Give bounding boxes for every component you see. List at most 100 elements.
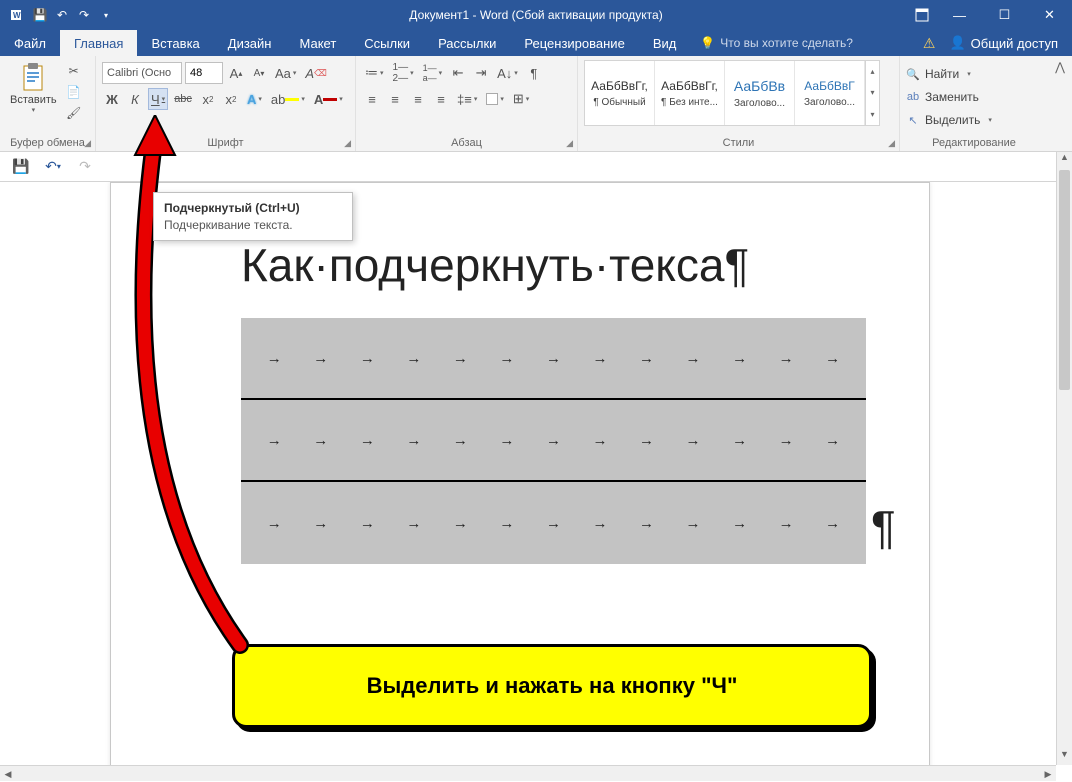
shading-button[interactable] — [483, 88, 507, 110]
italic-button[interactable]: К — [125, 88, 145, 110]
tab-mark: → — [825, 350, 840, 367]
title-bar: W 💾 ↶ ↷ ▾ Документ1 - Word (Сбой активац… — [0, 0, 1072, 30]
table-row[interactable]: →→→→→→→→→→→→→ — [241, 400, 866, 482]
tab-mailings[interactable]: Рассылки — [424, 30, 510, 56]
sort-button[interactable]: A↓ — [494, 62, 521, 84]
quick-access-toolbar: W 💾 ↶ ↷ ▾ — [0, 7, 114, 23]
tab-layout[interactable]: Макет — [285, 30, 350, 56]
paste-button[interactable]: Вставить ▾ — [6, 60, 61, 116]
scroll-down-icon[interactable]: ▼ — [1057, 749, 1072, 765]
superscript-button[interactable]: x2 — [221, 88, 241, 110]
warning-icon[interactable]: ⚠ — [923, 35, 936, 52]
copy-icon[interactable]: 📄 — [65, 83, 83, 101]
font-launcher-icon[interactable]: ◢ — [344, 138, 351, 149]
tab-insert[interactable]: Вставка — [137, 30, 213, 56]
style-heading1[interactable]: АаБбВвЗаголово... — [725, 61, 795, 125]
styles-gallery[interactable]: АаБбВвГг,¶ Обычный АаБбВвГг,¶ Без инте..… — [584, 60, 880, 126]
replace-button[interactable]: abЗаменить — [906, 87, 992, 107]
select-button[interactable]: ↖Выделить▾ — [906, 110, 992, 130]
save-icon[interactable]: 💾 — [32, 7, 48, 23]
undo-icon[interactable]: ↶ — [54, 7, 70, 23]
qat-customize-icon[interactable]: ▾ — [98, 7, 114, 23]
style-no-spacing[interactable]: АаБбВвГг,¶ Без инте... — [655, 61, 725, 125]
find-button[interactable]: 🔍Найти▾ — [906, 64, 992, 84]
close-button[interactable]: ✕ — [1027, 0, 1072, 30]
style-heading2[interactable]: АаБбВвГЗаголово... — [795, 61, 865, 125]
minimize-button[interactable]: — — [937, 0, 982, 30]
tab-design[interactable]: Дизайн — [214, 30, 286, 56]
align-center-button[interactable]: ≡ — [385, 88, 405, 110]
paragraph-launcher-icon[interactable]: ◢ — [566, 138, 573, 149]
redo-icon[interactable]: ↷ — [76, 7, 92, 23]
bullets-button[interactable]: ≔ — [362, 62, 387, 84]
multilevel-list-button[interactable]: 1— a— — [420, 62, 446, 84]
decrease-indent-button[interactable]: ⇤ — [448, 62, 468, 84]
highlight-button[interactable]: ab — [268, 88, 308, 110]
borders-button[interactable]: ⊞ — [510, 88, 532, 110]
share-button[interactable]: 👤 Общий доступ — [949, 35, 1058, 51]
undo-icon-2[interactable]: ↶ ▾ — [42, 156, 64, 178]
numbering-button[interactable]: 1—2— — [390, 62, 417, 84]
tell-me-placeholder: Что вы хотите сделать? — [720, 36, 853, 50]
tab-file[interactable]: Файл — [0, 30, 60, 56]
group-styles-label: Стили — [584, 135, 893, 149]
vertical-scrollbar[interactable]: ▲ ▼ — [1056, 152, 1072, 765]
tab-mark: → — [406, 432, 421, 449]
tab-mark: → — [732, 515, 747, 532]
text-effects-button[interactable]: A — [244, 88, 265, 110]
underline-button[interactable]: Ч — [148, 88, 168, 110]
redo-icon-2[interactable]: ↷ — [74, 156, 96, 178]
table-row[interactable]: →→→→→→→→→→→→→ — [241, 318, 866, 400]
tab-review[interactable]: Рецензирование — [510, 30, 638, 56]
styles-launcher-icon[interactable]: ◢ — [888, 138, 895, 149]
justify-button[interactable]: ≡ — [431, 88, 451, 110]
tell-me-search[interactable]: 💡 Что вы хотите сделать? — [700, 30, 853, 56]
scroll-up-icon[interactable]: ▲ — [1057, 152, 1072, 168]
scroll-right-icon[interactable]: ▶ — [1040, 766, 1056, 781]
change-case-button[interactable]: Aa — [272, 62, 299, 84]
cut-icon[interactable]: ✂ — [65, 62, 83, 80]
share-icon: 👤 — [949, 35, 965, 51]
font-color-button[interactable]: A — [311, 88, 346, 110]
group-styles: АаБбВвГг,¶ Обычный АаБбВвГг,¶ Без инте..… — [578, 56, 900, 151]
subscript-button[interactable]: x2 — [198, 88, 218, 110]
strikethrough-button[interactable]: abc — [171, 88, 195, 110]
shrink-font-button[interactable]: A▾ — [249, 62, 269, 84]
group-editing-label: Редактирование — [906, 135, 1042, 149]
tab-view[interactable]: Вид — [639, 30, 691, 56]
tab-mark: → — [546, 432, 561, 449]
horizontal-scrollbar[interactable]: ◀ ▶ — [0, 765, 1056, 781]
tab-mark: → — [732, 350, 747, 367]
line-spacing-button[interactable]: ‡≡ — [454, 88, 480, 110]
save-icon-2[interactable]: 💾 — [10, 156, 32, 178]
tab-mark: → — [406, 350, 421, 367]
tab-mark: → — [825, 515, 840, 532]
tab-references[interactable]: Ссылки — [350, 30, 424, 56]
collapse-ribbon-icon[interactable]: ⋀ — [1048, 56, 1072, 151]
clear-formatting-button[interactable]: A⌫ — [302, 62, 329, 84]
grow-font-button[interactable]: A▴ — [226, 62, 246, 84]
font-size-combo[interactable]: 48 — [185, 62, 223, 84]
align-right-button[interactable]: ≡ — [408, 88, 428, 110]
format-painter-icon[interactable]: 🖌 — [65, 104, 83, 122]
bold-button[interactable]: Ж — [102, 88, 122, 110]
document-table[interactable]: →→→→→→→→→→→→→ →→→→→→→→→→→→→ →→→→→→→→→→→→… — [241, 318, 866, 564]
scrollbar-thumb[interactable] — [1059, 170, 1070, 390]
font-name-combo[interactable]: Calibri (Осно — [102, 62, 182, 84]
show-marks-button[interactable]: ¶ — [524, 62, 544, 84]
tab-home[interactable]: Главная — [60, 30, 137, 56]
tab-mark: → — [779, 350, 794, 367]
table-row[interactable]: →→→→→→→→→→→→→ — [241, 482, 866, 564]
tab-mark: → — [267, 432, 282, 449]
clipboard-launcher-icon[interactable]: ◢ — [84, 138, 91, 149]
document-heading[interactable]: Как·подчеркнуть·текса¶ — [241, 238, 749, 292]
scroll-left-icon[interactable]: ◀ — [0, 766, 16, 781]
style-normal[interactable]: АаБбВвГг,¶ Обычный — [585, 61, 655, 125]
align-left-button[interactable]: ≡ — [362, 88, 382, 110]
ribbon-display-icon[interactable] — [907, 0, 937, 30]
increase-indent-button[interactable]: ⇥ — [471, 62, 491, 84]
styles-more-button[interactable]: ▴▾▾ — [865, 61, 879, 125]
select-icon: ↖ — [906, 114, 920, 127]
tab-mark: → — [267, 350, 282, 367]
maximize-button[interactable]: ☐ — [982, 0, 1027, 30]
